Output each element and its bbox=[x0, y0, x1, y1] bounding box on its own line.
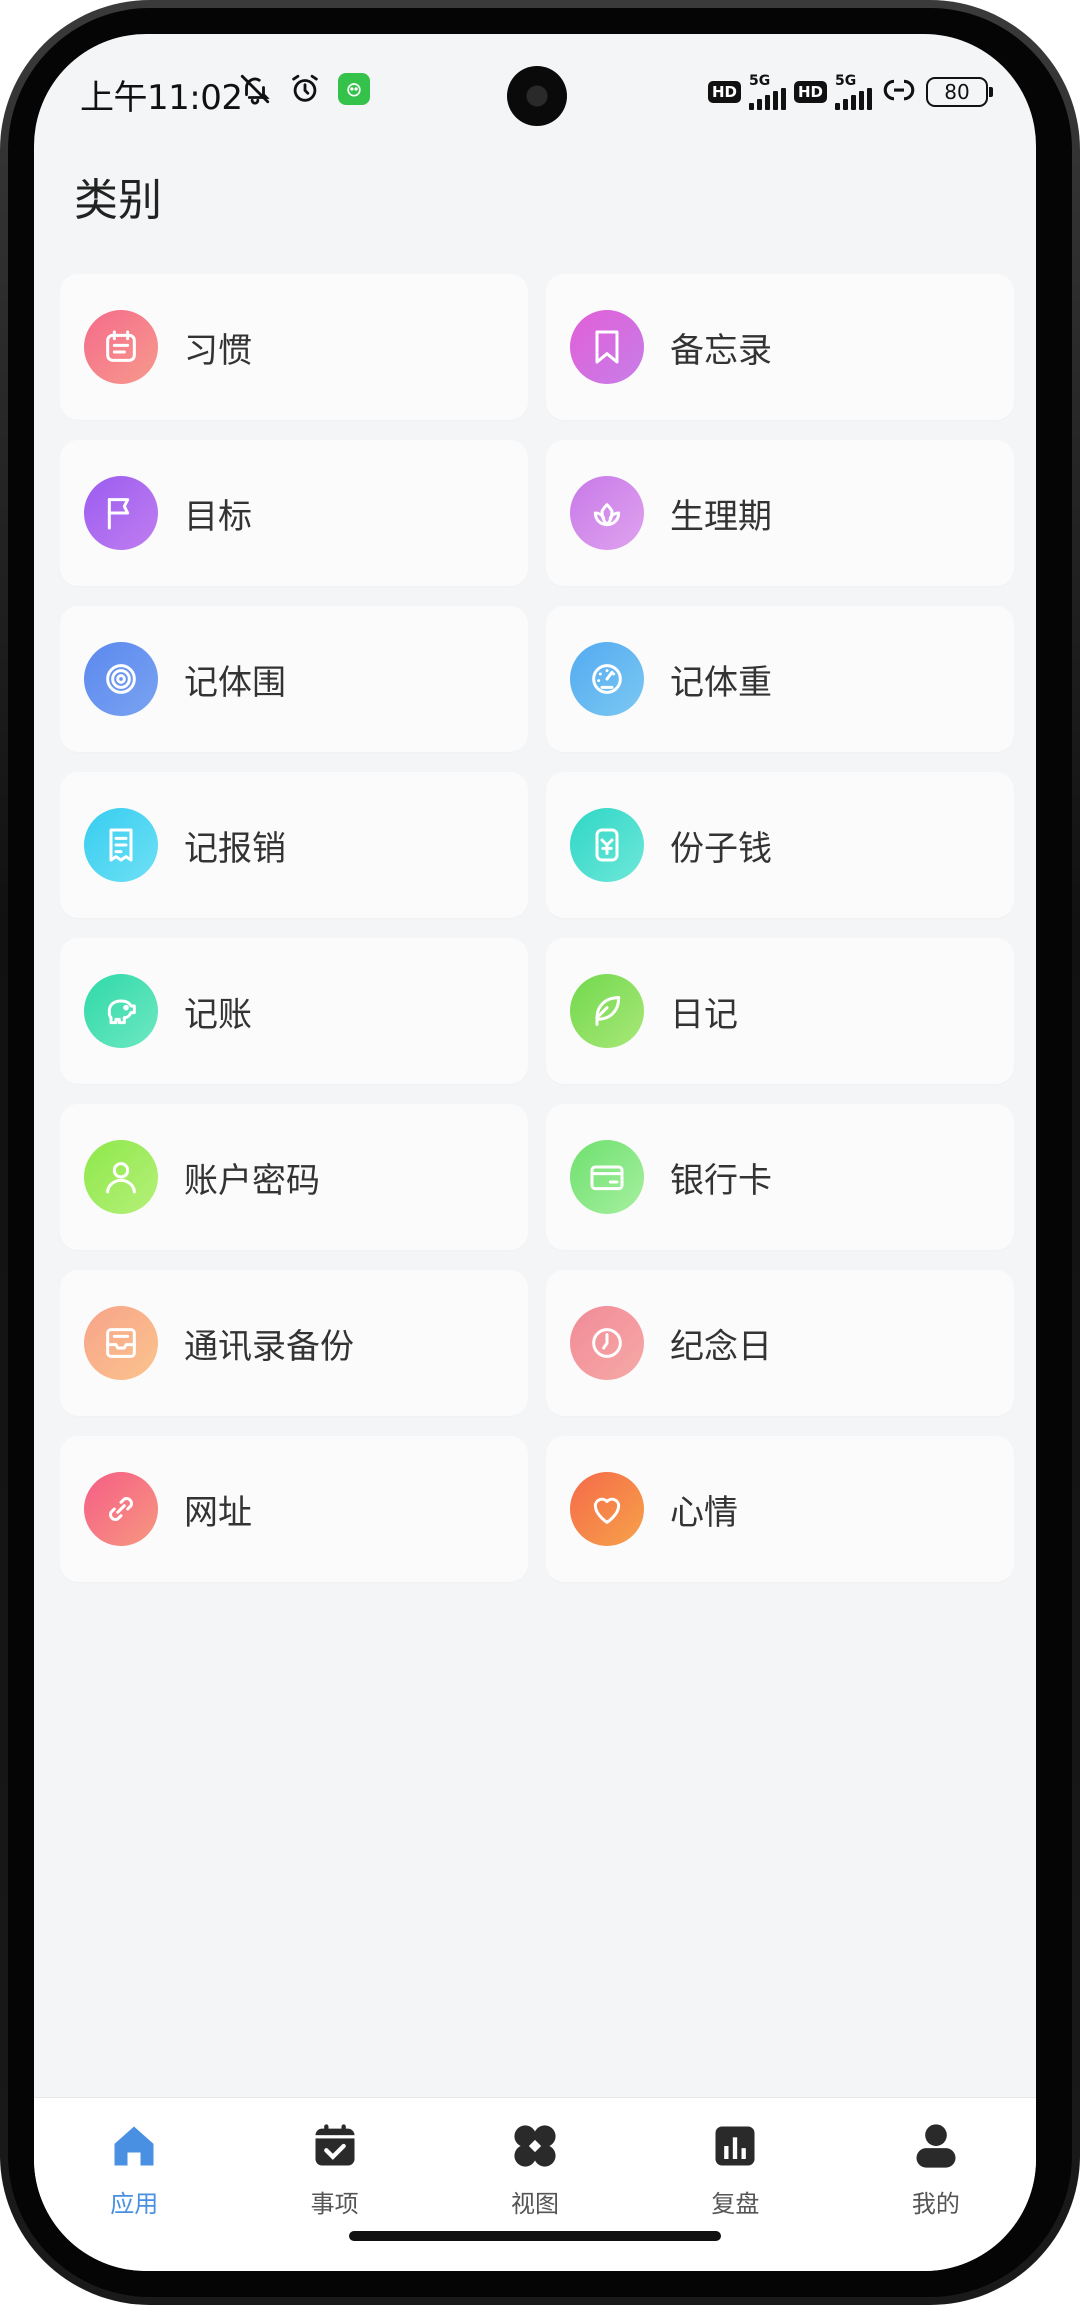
tab-label: 事项 bbox=[310, 2190, 359, 2218]
screen: 上午11:02 HD 5G HD 5G 80 类别 习惯 备忘录 目标 生理期 … bbox=[34, 34, 1036, 2271]
tab-bar-chart[interactable]: 复盘 bbox=[635, 2098, 835, 2271]
calendar-icon bbox=[84, 310, 158, 384]
category-label: 记账 bbox=[184, 994, 252, 1035]
bottom-tab-bar: 应用 事项 视图 复盘 我的 bbox=[34, 2097, 1036, 2271]
category-label: 习惯 bbox=[184, 330, 252, 371]
category-label: 日记 bbox=[670, 994, 738, 1035]
category-label: 纪念日 bbox=[670, 1326, 772, 1367]
status-right-icons: HD 5G HD 5G 80 bbox=[707, 73, 993, 110]
category-card-target[interactable]: 记体围 bbox=[60, 606, 528, 752]
category-grid: 习惯 备忘录目标 生理期记体围 记体重记报销 份子钱记账 日记账户密码 银行卡通讯录备份 纪念… bbox=[60, 274, 1014, 1582]
heart-icon bbox=[570, 1472, 644, 1546]
category-card-card[interactable]: 银行卡 bbox=[546, 1104, 1014, 1250]
tab-label: 我的 bbox=[911, 2190, 960, 2218]
card-icon bbox=[570, 1140, 644, 1214]
app-notification-icon bbox=[338, 73, 370, 105]
status-time: 上午11:02 bbox=[80, 78, 243, 118]
category-label: 账户密码 bbox=[184, 1160, 320, 1201]
network-label: 5G bbox=[748, 73, 771, 89]
tab-clover-grid[interactable]: 视图 bbox=[435, 2098, 635, 2271]
flag-icon bbox=[84, 476, 158, 550]
home-icon bbox=[106, 2118, 162, 2174]
category-card-heart[interactable]: 心情 bbox=[546, 1436, 1014, 1582]
lotus-icon bbox=[570, 476, 644, 550]
tab-label: 视图 bbox=[511, 2190, 560, 2218]
category-card-user[interactable]: 账户密码 bbox=[60, 1104, 528, 1250]
category-card-calendar[interactable]: 习惯 bbox=[60, 274, 528, 420]
category-label: 记体重 bbox=[670, 662, 772, 703]
category-label: 备忘录 bbox=[670, 330, 772, 371]
category-label: 银行卡 bbox=[670, 1160, 772, 1201]
category-card-gauge[interactable]: 记体重 bbox=[546, 606, 1014, 752]
category-label: 生理期 bbox=[670, 496, 772, 537]
mute-icon bbox=[238, 72, 272, 106]
inbox-icon bbox=[84, 1306, 158, 1380]
category-label: 记报销 bbox=[184, 828, 286, 869]
page-title: 类别 bbox=[74, 175, 162, 226]
category-card-bookmark[interactable]: 备忘录 bbox=[546, 274, 1014, 420]
category-card-flag[interactable]: 目标 bbox=[60, 440, 528, 586]
money-jar-icon bbox=[570, 808, 644, 882]
category-label: 网址 bbox=[184, 1492, 252, 1533]
category-card-clock[interactable]: 纪念日 bbox=[546, 1270, 1014, 1416]
phone-frame: 上午11:02 HD 5G HD 5G 80 类别 习惯 备忘录 目标 生理期 … bbox=[0, 0, 1080, 2305]
person-icon bbox=[908, 2118, 964, 2174]
alarm-icon bbox=[288, 72, 322, 106]
tab-person[interactable]: 我的 bbox=[836, 2098, 1036, 2271]
status-left-icons bbox=[238, 72, 370, 106]
hd-badge-2: HD bbox=[793, 81, 827, 103]
category-label: 份子钱 bbox=[670, 828, 772, 869]
category-label: 记体围 bbox=[184, 662, 286, 703]
category-label: 目标 bbox=[184, 496, 252, 537]
clover-grid-icon bbox=[507, 2118, 563, 2174]
category-card-money-jar[interactable]: 份子钱 bbox=[546, 772, 1014, 918]
category-card-piggy-bank[interactable]: 记账 bbox=[60, 938, 528, 1084]
hd-badge: HD bbox=[707, 81, 741, 103]
signal-icon-2: 5G bbox=[835, 74, 872, 110]
category-card-lotus[interactable]: 生理期 bbox=[546, 440, 1014, 586]
category-card-inbox[interactable]: 通讯录备份 bbox=[60, 1270, 528, 1416]
status-bar: 上午11:02 HD 5G HD 5G 80 bbox=[34, 34, 1036, 144]
calendar-check-icon bbox=[307, 2118, 363, 2174]
battery-icon: 80 bbox=[926, 77, 993, 107]
tab-home[interactable]: 应用 bbox=[34, 2098, 234, 2271]
user-icon bbox=[84, 1140, 158, 1214]
receipt-icon bbox=[84, 808, 158, 882]
clock-icon bbox=[570, 1306, 644, 1380]
category-label: 心情 bbox=[670, 1492, 738, 1533]
signal-icon: 5G bbox=[748, 73, 786, 110]
tab-label: 应用 bbox=[110, 2190, 159, 2218]
bookmark-icon bbox=[570, 310, 644, 384]
gauge-icon bbox=[570, 642, 644, 716]
category-card-feather[interactable]: 日记 bbox=[546, 938, 1014, 1084]
home-indicator[interactable] bbox=[349, 2231, 721, 2241]
category-card-receipt[interactable]: 记报销 bbox=[60, 772, 528, 918]
front-camera bbox=[507, 66, 567, 126]
tab-calendar-check[interactable]: 事项 bbox=[234, 2098, 434, 2271]
target-icon bbox=[84, 642, 158, 716]
feather-icon bbox=[570, 974, 644, 1048]
tab-label: 复盘 bbox=[711, 2190, 760, 2218]
link-status-icon bbox=[880, 75, 918, 109]
bar-chart-icon bbox=[707, 2118, 763, 2174]
piggy-bank-icon bbox=[84, 974, 158, 1048]
category-card-link[interactable]: 网址 bbox=[60, 1436, 528, 1582]
network-label-2: 5G bbox=[835, 73, 857, 89]
link-icon bbox=[84, 1472, 158, 1546]
category-label: 通讯录备份 bbox=[184, 1326, 354, 1367]
